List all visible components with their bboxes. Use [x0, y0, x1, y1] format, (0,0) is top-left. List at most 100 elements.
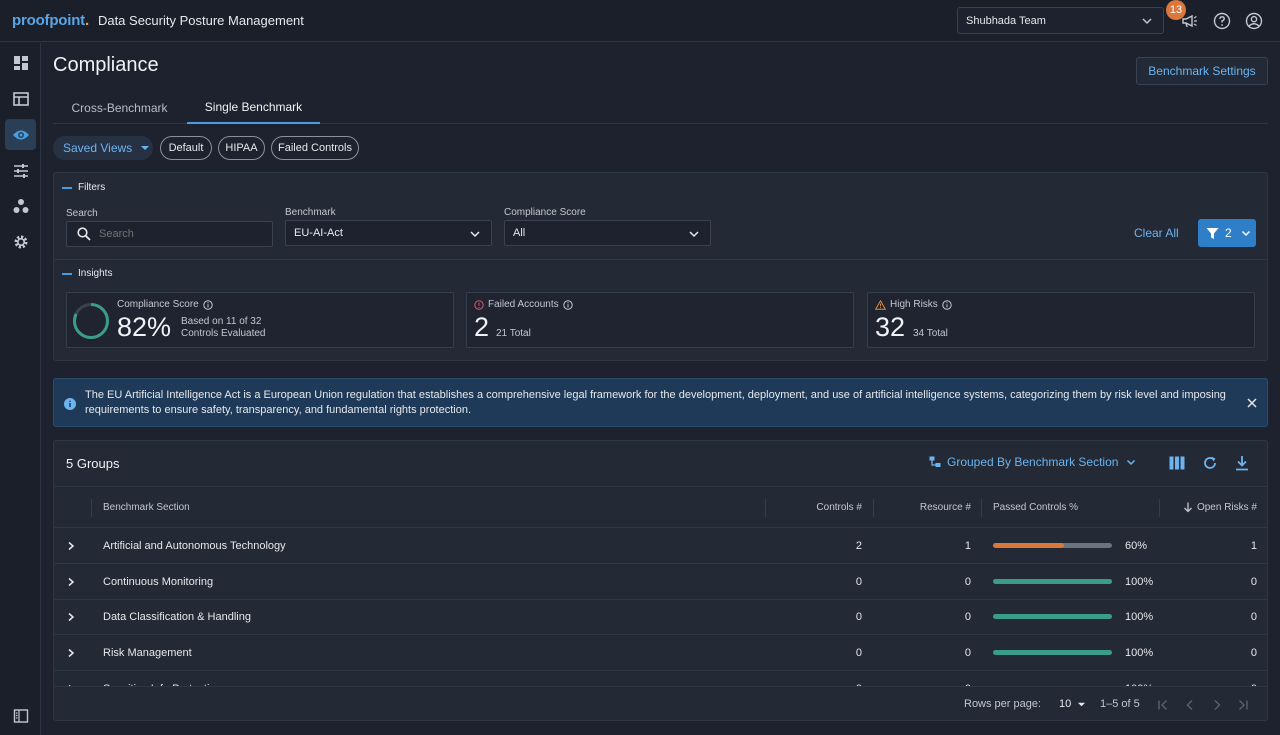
compliance-score-sub-1: Based on 11 of 32 [181, 316, 262, 327]
tab-cross-benchmark[interactable]: Cross-Benchmark [53, 91, 186, 124]
table-row[interactable]: Continuous Monitoring 0 0 100% 0 [54, 564, 1267, 600]
column-separator [1159, 499, 1160, 517]
team-select-value: Shubhada Team [966, 14, 1046, 27]
chevron-right-icon[interactable] [66, 541, 76, 551]
column-header-controls[interactable]: Controls # [816, 502, 862, 513]
app-title: Data Security Posture Management [97, 13, 304, 28]
rows-per-page-select[interactable]: 10 [1059, 698, 1086, 710]
filters-header-label: Filters [78, 182, 106, 193]
benchmark-settings-button[interactable]: Benchmark Settings [1136, 57, 1268, 85]
cell-controls: 0 [855, 576, 862, 588]
warning-triangle-icon [875, 299, 886, 310]
prev-page-icon[interactable] [1184, 699, 1196, 711]
chevron-right-icon[interactable] [66, 577, 76, 587]
column-header-risks[interactable]: Open Risks # [1197, 502, 1257, 513]
columns-icon[interactable] [1169, 456, 1185, 470]
page-title: Compliance [53, 54, 159, 76]
compliance-score-title: Compliance Score [117, 299, 213, 310]
group-tree-icon [929, 456, 941, 467]
last-page-icon[interactable] [1237, 699, 1249, 711]
proofpoint-logo[interactable]: proofpoint. [12, 12, 89, 29]
cell-risks: 1 [1250, 540, 1257, 552]
cell-risks: 0 [1250, 576, 1257, 588]
high-risks-title-text: High Risks [890, 299, 938, 310]
sliders-icon [13, 163, 28, 178]
chevron-right-icon[interactable] [66, 648, 76, 658]
benchmark-select-value: EU-AI-Act [294, 227, 343, 239]
view-chip-default[interactable]: Default [160, 136, 212, 160]
filter-count-button[interactable]: 2 [1198, 219, 1256, 247]
view-chip-hipaa[interactable]: HIPAA [218, 136, 265, 160]
close-icon[interactable] [1247, 398, 1257, 408]
sidebar-item-policies[interactable] [5, 155, 36, 186]
column-header-resources[interactable]: Resource # [920, 502, 971, 513]
column-separator [91, 499, 92, 517]
collapse-dash-icon [62, 272, 72, 275]
sidebar-item-inventory[interactable] [5, 83, 36, 114]
first-page-icon[interactable] [1157, 699, 1169, 711]
next-page-icon[interactable] [1211, 699, 1223, 711]
passed-bar-fill [993, 650, 1112, 655]
insights-header-label: Insights [78, 268, 113, 279]
sort-desc-icon[interactable] [1183, 502, 1193, 513]
view-chip-failed-controls[interactable]: Failed Controls [271, 136, 359, 160]
high-risks-total: 34 Total [913, 328, 948, 339]
cell-passed: 60% [1125, 540, 1148, 552]
group-by-dropdown[interactable]: Grouped By Benchmark Section [929, 455, 1136, 469]
sidebar-item-compliance[interactable] [5, 119, 36, 150]
cell-controls: 0 [855, 647, 862, 659]
cell-section: Artificial and Autonomous Technology [103, 540, 286, 552]
benchmark-select[interactable]: EU-AI-Act [285, 220, 492, 246]
saved-views-dropdown[interactable]: Saved Views [53, 136, 153, 160]
sidebar-item-dashboard[interactable] [5, 47, 36, 78]
passed-bar [993, 543, 1112, 548]
cell-passed: 100% [1125, 647, 1154, 659]
table-row[interactable]: Data Classification & Handling 0 0 100% … [54, 599, 1267, 635]
high-risks-value: 32 [875, 312, 906, 342]
passed-bar [993, 614, 1112, 619]
gear-icon [14, 235, 27, 248]
cell-section: Continuous Monitoring [103, 576, 214, 588]
help-icon[interactable] [1212, 11, 1232, 31]
sidebar-item-integrations[interactable] [5, 190, 36, 221]
filters-header[interactable]: Filters [62, 182, 105, 193]
user-account-icon[interactable] [1244, 11, 1264, 31]
filter-count: 2 [1225, 226, 1232, 240]
compliance-score-sub-2: Controls Evaluated [181, 328, 266, 339]
passed-bar [993, 650, 1112, 655]
failed-accounts-card: Failed Accounts 2 21 Total [466, 292, 854, 348]
sidebar-item-settings[interactable] [5, 226, 36, 257]
sidebar-collapse-toggle[interactable] [5, 700, 36, 731]
column-header-section[interactable]: Benchmark Section [103, 502, 190, 513]
table-row[interactable]: Artificial and Autonomous Technology 2 1… [54, 528, 1267, 564]
info-icon[interactable] [942, 299, 952, 310]
compliance-score-card: Compliance Score 82% Based on 11 of 32 C… [66, 292, 454, 348]
cell-resources: 0 [964, 611, 971, 623]
passed-bar [993, 579, 1112, 584]
insights-header[interactable]: Insights [62, 268, 112, 279]
rows-per-page-value: 10 [1059, 698, 1072, 710]
compliance-score-value: 82% [117, 312, 172, 342]
cell-resources: 1 [964, 540, 971, 552]
failed-accounts-total: 21 Total [496, 328, 531, 339]
chevron-right-icon[interactable] [66, 612, 76, 622]
download-icon[interactable] [1235, 455, 1249, 471]
chevron-down-icon [470, 231, 480, 238]
info-icon[interactable] [203, 299, 213, 310]
column-header-passed[interactable]: Passed Controls % [993, 502, 1078, 513]
search-input[interactable] [99, 228, 259, 240]
search-field[interactable] [66, 221, 273, 247]
team-select[interactable]: Shubhada Team [957, 7, 1164, 34]
compliance-score-select[interactable]: All [504, 220, 711, 246]
banner-text: The EU Artificial Intelligence Act is a … [85, 389, 1226, 416]
table-row[interactable]: Risk Management 0 0 100% 0 [54, 635, 1267, 671]
cell-passed: 100% [1125, 576, 1154, 588]
refresh-icon[interactable] [1202, 455, 1218, 471]
table-pagination: Rows per page: 10 1–5 of 5 [54, 686, 1267, 720]
chevron-down-icon [1142, 18, 1152, 25]
info-icon[interactable] [562, 299, 573, 310]
clear-all-button[interactable]: Clear All [1134, 226, 1179, 240]
failed-accounts-title: Failed Accounts [474, 299, 573, 310]
benchmark-info-banner: The EU Artificial Intelligence Act is a … [53, 378, 1268, 427]
tab-single-benchmark[interactable]: Single Benchmark [187, 91, 320, 124]
